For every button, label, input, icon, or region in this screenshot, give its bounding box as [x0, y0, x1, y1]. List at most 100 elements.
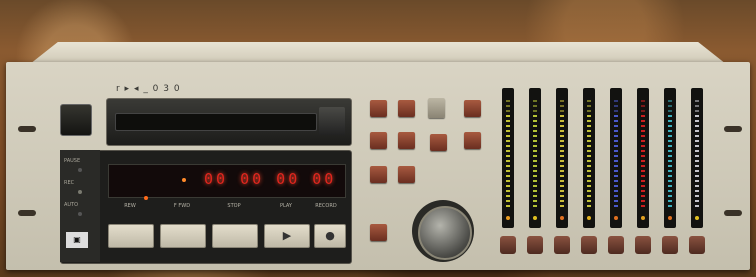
meter-segment: [587, 165, 591, 167]
meter-segment: [614, 100, 618, 102]
meter-segment: [668, 165, 672, 167]
format-logo: ▣: [66, 232, 88, 248]
eject-button[interactable]: [319, 107, 345, 135]
play-button[interactable]: ▶: [264, 224, 310, 248]
channel-button[interactable]: [608, 236, 624, 254]
toggle-switch[interactable]: [428, 98, 445, 118]
meter-segment: [668, 135, 672, 137]
tape-tray: [106, 98, 352, 146]
meter-segment: [506, 150, 510, 152]
rack-ear-slot: [18, 126, 36, 132]
meter-segment: [668, 145, 672, 147]
meter-segment: [695, 105, 699, 107]
meter-segment: [668, 175, 672, 177]
peak-indicator: [614, 216, 618, 220]
meter-segment: [587, 175, 591, 177]
meter-segment: [560, 140, 564, 142]
meter-segment: [533, 130, 537, 132]
meter-segment: [641, 125, 645, 127]
meter-segment: [533, 150, 537, 152]
meter-segment: [614, 110, 618, 112]
meter-segment: [695, 205, 699, 207]
rack-ear-slot: [724, 210, 742, 216]
peak-indicator: [668, 216, 672, 220]
meter-segment: [587, 150, 591, 152]
meter-segment: [668, 140, 672, 142]
meter-segment: [560, 185, 564, 187]
jog-shuttle-knob[interactable]: [418, 206, 472, 260]
meter-segment: [614, 155, 618, 157]
level-meter: [529, 88, 541, 228]
meter-segment: [668, 190, 672, 192]
meter-segment: [641, 160, 645, 162]
meter-segment: [560, 200, 564, 202]
meter-segment: [695, 180, 699, 182]
meter-segment: [668, 125, 672, 127]
power-button[interactable]: [60, 104, 92, 136]
meter-segment: [587, 185, 591, 187]
function-button[interactable]: [398, 100, 415, 117]
meter-segment: [641, 135, 645, 137]
channel-button[interactable]: [635, 236, 651, 254]
meter-segment: [641, 150, 645, 152]
meter-segment: [695, 135, 699, 137]
tape-slot: [115, 113, 317, 131]
meter-segment: [560, 155, 564, 157]
function-button[interactable]: [398, 132, 415, 149]
level-meter: [502, 88, 514, 228]
function-button[interactable]: [464, 100, 481, 117]
meter-segment: [506, 100, 510, 102]
meter-segment: [560, 115, 564, 117]
meter-segment: [533, 145, 537, 147]
record-button[interactable]: ●: [314, 224, 346, 248]
function-button[interactable]: [370, 100, 387, 117]
meter-segment: [506, 170, 510, 172]
meter-segment: [587, 125, 591, 127]
meter-segment: [614, 140, 618, 142]
function-button[interactable]: [398, 166, 415, 183]
channel-button[interactable]: [500, 236, 516, 254]
meter-segment: [560, 120, 564, 122]
function-button[interactable]: [370, 224, 387, 241]
rew-label: REW: [124, 203, 136, 209]
channel-button[interactable]: [581, 236, 597, 254]
function-button[interactable]: [370, 166, 387, 183]
function-button[interactable]: [464, 132, 481, 149]
channel-button[interactable]: [689, 236, 705, 254]
meter-segment: [533, 205, 537, 207]
level-meter: [556, 88, 568, 228]
meter-segment: [506, 135, 510, 137]
meter-segment: [587, 100, 591, 102]
meter-segment: [695, 190, 699, 192]
peak-indicator: [560, 216, 564, 220]
meter-segment: [587, 155, 591, 157]
meter-segment: [533, 185, 537, 187]
meter-segment: [695, 125, 699, 127]
function-button[interactable]: [370, 132, 387, 149]
channel-button[interactable]: [662, 236, 678, 254]
rew-button[interactable]: [108, 224, 154, 248]
meter-segment: [533, 100, 537, 102]
meter-segment: [641, 185, 645, 187]
meter-segment: [533, 200, 537, 202]
channel-button[interactable]: [554, 236, 570, 254]
meter-segment: [506, 140, 510, 142]
meter-segment: [641, 115, 645, 117]
meter-segment: [533, 120, 537, 122]
meter-segment: [614, 200, 618, 202]
function-button[interactable]: [430, 134, 447, 151]
meter-segment: [641, 205, 645, 207]
meter-segment: [668, 115, 672, 117]
meter-segment: [668, 200, 672, 202]
stop-button[interactable]: [212, 224, 258, 248]
meter-segment: [587, 195, 591, 197]
meter-segment: [533, 140, 537, 142]
meter-segment: [668, 185, 672, 187]
channel-button[interactable]: [527, 236, 543, 254]
meter-segment: [641, 165, 645, 167]
status-led-label: AUTO: [64, 202, 79, 208]
meter-segment: [695, 160, 699, 162]
meter-segment: [668, 100, 672, 102]
meter-segment: [587, 205, 591, 207]
ffwd-button[interactable]: [160, 224, 206, 248]
